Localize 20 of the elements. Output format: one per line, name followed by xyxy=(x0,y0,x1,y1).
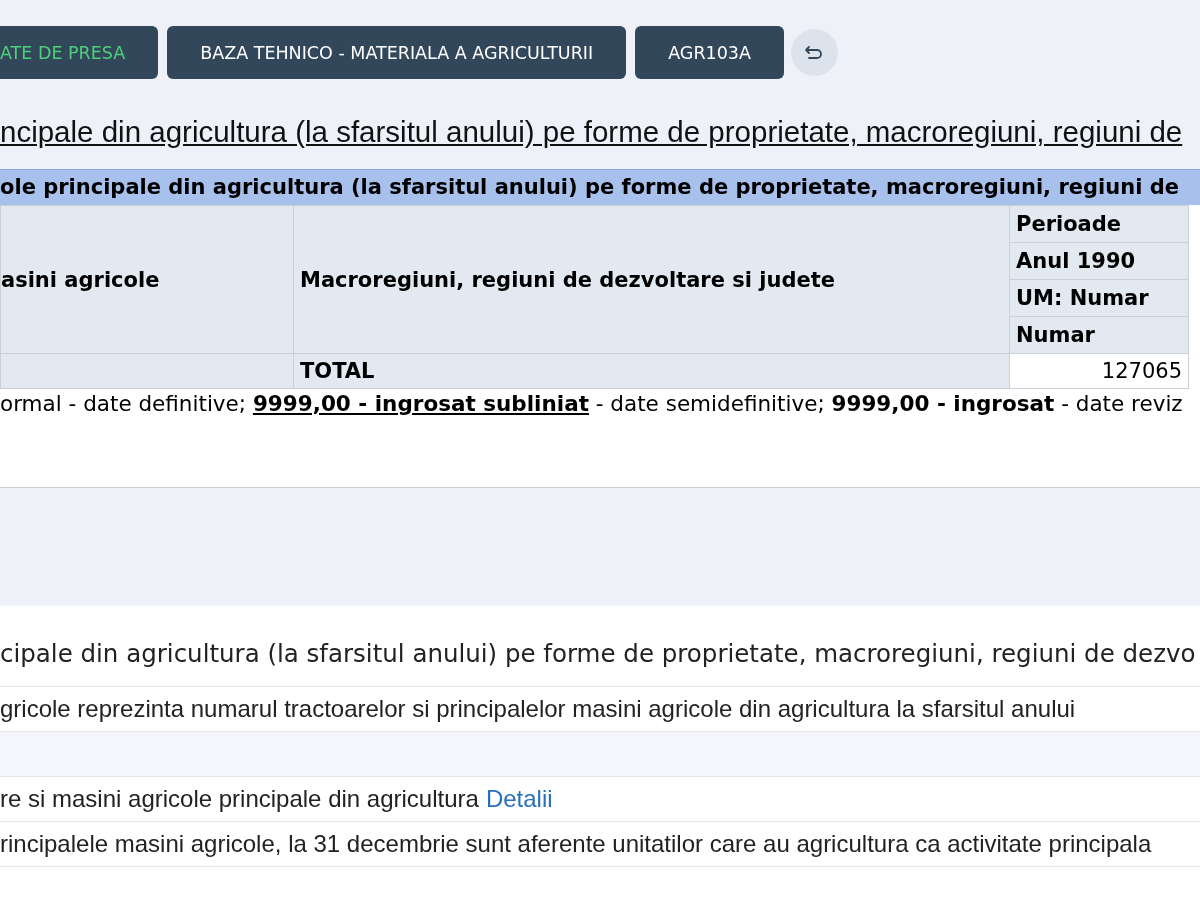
table-cell: TOTAL xyxy=(293,353,1010,389)
details-link[interactable]: Detalii xyxy=(485,785,553,813)
detail-text: gricole reprezinta numarul tractoarelor si principalelor masini agricole din agricultura la sfarsitul anului xyxy=(0,695,1076,723)
legend-text: ormal - date definitive; 9999,00 - ingrosat subliniat - date semidefinitive; 9999,00 - ingrosat - date reviz xyxy=(0,390,1184,418)
column-header: Macroregiuni, regiuni de dezvoltare si judete xyxy=(293,205,1010,354)
table-cell: 127065 xyxy=(1009,353,1189,389)
year-header: Anul 1990 xyxy=(1009,242,1189,280)
breadcrumb-button[interactable]: BAZA TEHNICO - MATERIALA A AGRICULTURII xyxy=(167,26,627,79)
detail-text: rincipalele masini agricole, la 31 decembrie sunt aferente unitatilor care au agricultura ca activitate principala xyxy=(0,830,1152,858)
back-button[interactable] xyxy=(790,29,838,76)
table-title-link[interactable]: ncipale din agricultura (la sfarsitul anului) pe forme de proprietate, macroregiuni, regiuni de xyxy=(0,115,1183,149)
measure-header: Numar xyxy=(1009,316,1189,354)
unit-header: UM: Numar xyxy=(1009,279,1189,317)
column-header: asini agricole xyxy=(0,205,294,354)
period-header: Perioade xyxy=(1009,205,1189,243)
table-caption: ole principale din agricultura (la sfarsitul anului) pe forme de proprietate, macroregiuni, regiuni de xyxy=(0,169,1200,205)
section-heading: cipale din agricultura (la sfarsitul anului) pe forme de proprietate, macroregiuni, regiuni de dezvo xyxy=(0,606,1200,687)
detail-text: re si masini agricole principale din agricultura xyxy=(0,785,479,813)
breadcrumb-button[interactable]: ATE DE PRESA xyxy=(0,26,159,79)
breadcrumb-button[interactable]: AGR103A xyxy=(635,26,784,79)
